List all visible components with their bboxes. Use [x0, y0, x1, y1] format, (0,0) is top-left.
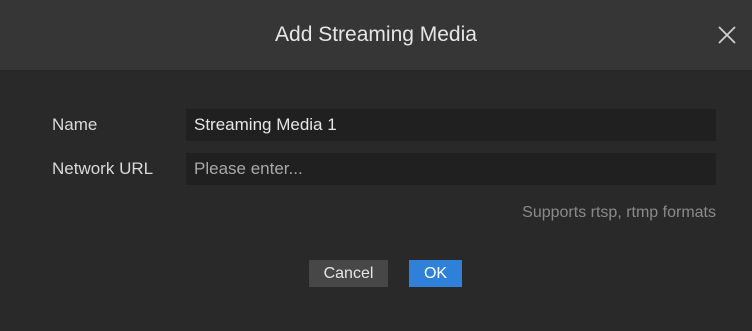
format-hint: Supports rtsp, rtmp formats [522, 204, 716, 221]
dialog-title: Add Streaming Media [275, 23, 477, 46]
add-streaming-media-dialog: Add Streaming Media Name Network URL Sup… [0, 0, 752, 331]
ok-button[interactable]: OK [409, 260, 462, 287]
close-icon[interactable] [714, 22, 740, 48]
name-label: Name [52, 115, 98, 134]
network-url-input[interactable] [186, 153, 716, 185]
network-url-label: Network URL [52, 159, 154, 178]
name-input[interactable] [186, 109, 716, 141]
cancel-button[interactable]: Cancel [309, 260, 388, 287]
dialog-titlebar: Add Streaming Media [0, 0, 752, 70]
